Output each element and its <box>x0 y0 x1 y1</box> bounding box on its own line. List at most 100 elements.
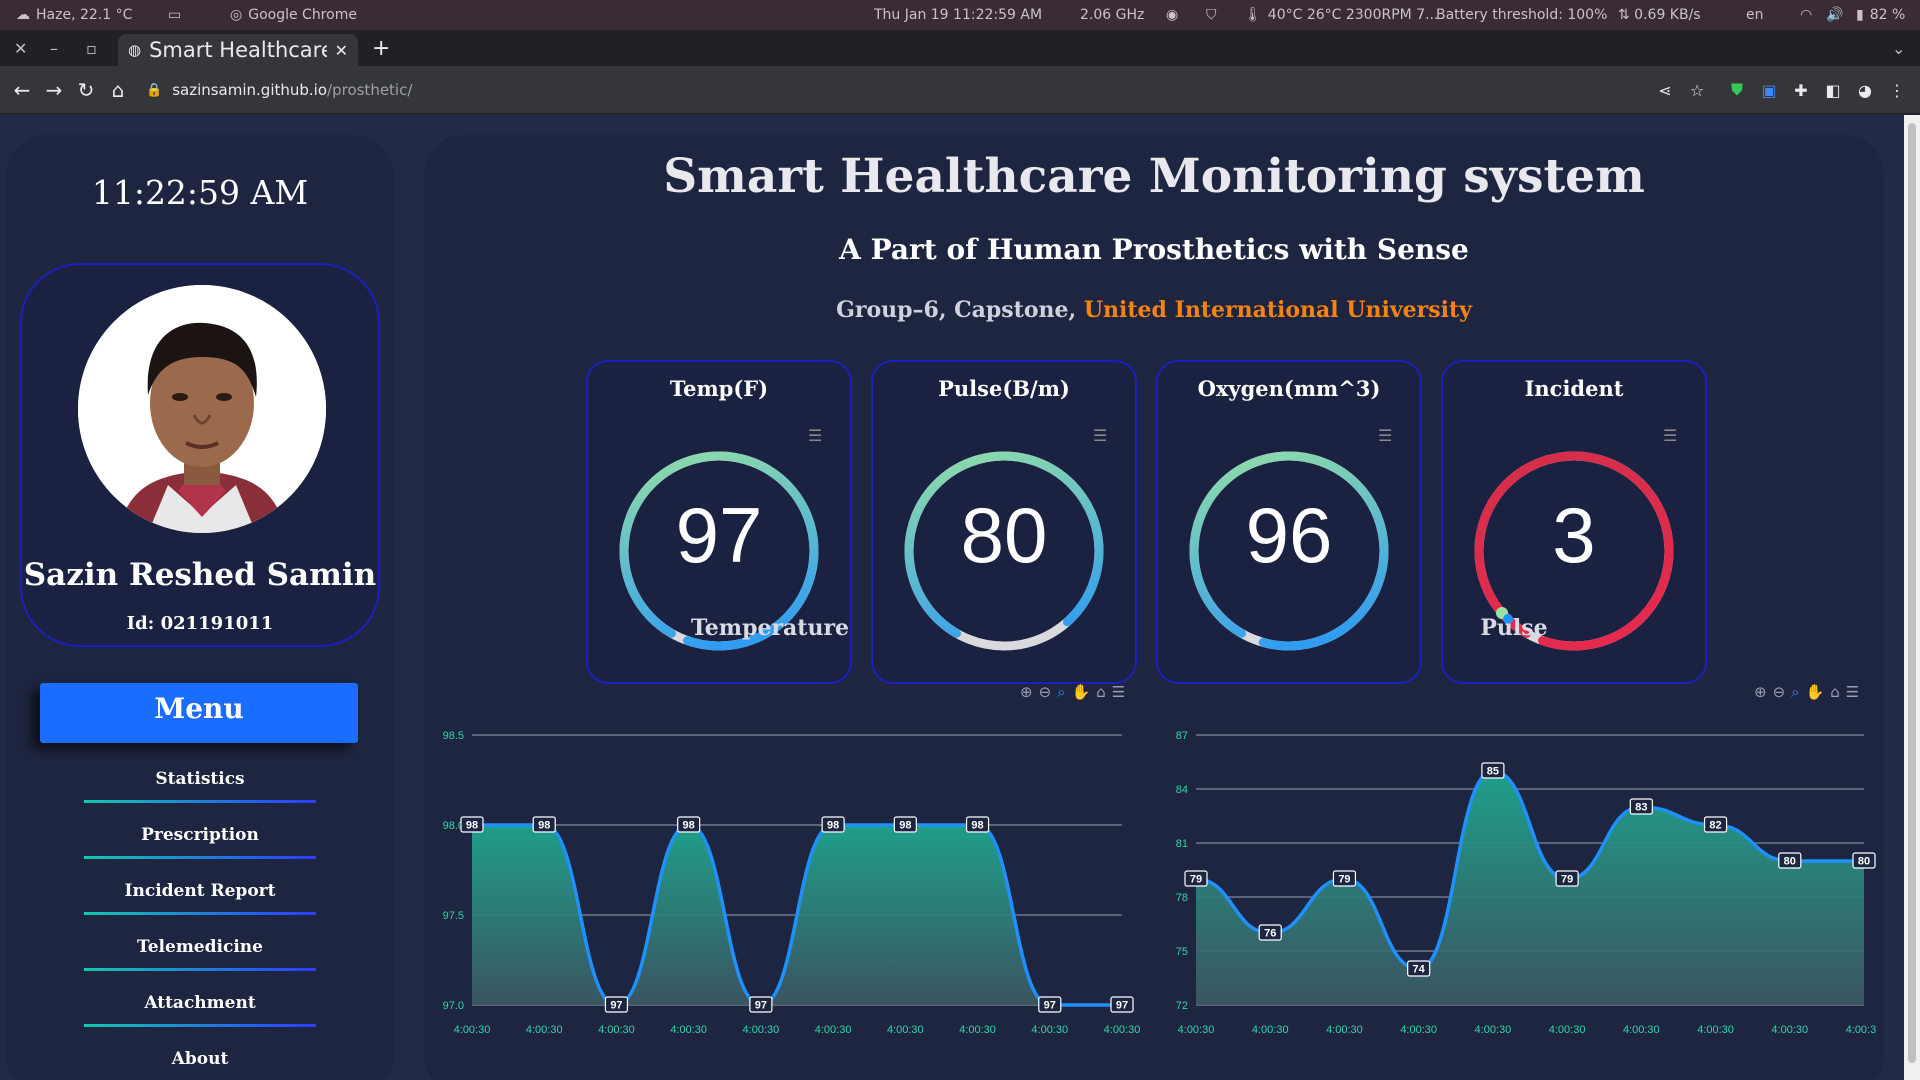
page-title: Smart Healthcare Monitoring system <box>663 149 1645 204</box>
sidebar: 11:22:59 AM Sazin Reshed Samin Id: 02119… <box>6 135 394 1080</box>
y-tick-label: 81 <box>1176 838 1188 850</box>
new-tab-icon[interactable]: + <box>372 30 390 66</box>
x-tick-label: 4:00:30 <box>454 1024 491 1036</box>
gauge-title: Oxygen(mm^3) <box>1197 376 1381 401</box>
side-panel-icon[interactable]: ◧ <box>1820 66 1846 114</box>
shield-icon[interactable]: ⛉ <box>1206 0 1217 30</box>
data-label: 97 <box>749 996 773 1013</box>
address-bar[interactable]: 🔒 sazinsamin.github.io/prosthetic/ <box>146 74 1646 106</box>
y-tick-label: 98.5 <box>443 730 464 742</box>
x-tick-label: 4:00:30 <box>1771 1024 1808 1036</box>
area-chart: 97.097.598.098.598 9897989798 98 9897 974:00… <box>443 730 1141 1036</box>
restore-window-icon[interactable]: ▫ <box>86 30 97 66</box>
y-tick-label: 87 <box>1176 730 1188 742</box>
chrome-icon: ◎ <box>230 7 243 23</box>
active-app[interactable]: ◎ Google Chrome <box>230 0 357 30</box>
university-link[interactable]: United International University <box>1084 297 1472 323</box>
data-label: 98 <box>677 816 701 833</box>
reload-icon[interactable]: ↻ <box>72 66 100 114</box>
os-clock[interactable]: Thu Jan 19 11:22:59 AM <box>874 0 1042 30</box>
close-tab-icon[interactable]: ✕ <box>335 41 348 60</box>
menu-item-incident-report[interactable]: Incident Report <box>80 875 320 915</box>
data-label-text: 79 <box>1190 874 1202 886</box>
profile-avatar-icon[interactable]: ◕ <box>1852 66 1878 114</box>
tab-smart-healthcare[interactable]: ◍ Smart Healthcare Monitoring system ✕ <box>118 34 358 66</box>
data-label-text: 98 <box>827 820 839 832</box>
more-menu-icon[interactable]: ⋮ <box>1884 66 1910 114</box>
menu-item-telemedicine[interactable]: Telemedicine <box>80 931 320 971</box>
weather-indicator[interactable]: ☁ Haze, 22.1 °C <box>16 0 132 30</box>
data-label: 80 <box>1852 852 1876 869</box>
x-tick-label: 4:00:30 <box>1178 1024 1215 1036</box>
data-label: 98 <box>965 816 990 833</box>
back-arrow-icon[interactable]: ← <box>8 66 36 114</box>
menu-item-attachment[interactable]: Attachment <box>80 987 320 1027</box>
translate-extension-icon[interactable]: ▣ <box>1756 66 1782 114</box>
hamburger-menu-icon[interactable]: ☰ <box>808 426 822 445</box>
page-scrollbar[interactable] <box>1904 115 1920 1080</box>
tab-search-chevron-icon[interactable]: ⌄ <box>1892 30 1905 66</box>
data-label: 98 <box>893 816 917 833</box>
gauge-title: Pulse(B/m) <box>938 376 1070 401</box>
shield-extension-icon[interactable]: ⛊ <box>1724 66 1750 114</box>
data-label-text: 83 <box>1635 802 1647 814</box>
os-top-bar: ☁ Haze, 22.1 °C ▭ ◎ Google Chrome Thu Jan … <box>0 0 1920 30</box>
x-tick-label: 4:00:30 <box>1031 1024 1068 1036</box>
data-label: 82 <box>1703 816 1728 833</box>
data-label-text: 79 <box>1561 874 1573 886</box>
extensions-puzzle-icon[interactable]: ✚ <box>1788 66 1814 114</box>
page-subtitle: A Part of Human Prosthetics with Sense <box>839 233 1469 266</box>
data-label-text: 97 <box>755 1000 767 1012</box>
x-tick-label: 4:00:30 <box>743 1024 780 1036</box>
browser-toolbar: ← → ↻ ⌂ 🔒 sazinsamin.github.io/prostheti… <box>0 66 1920 114</box>
sensors-readout[interactable]: 🌡 40°C 26°C 2300RPM 7... <box>1244 0 1438 30</box>
minimize-window-icon[interactable]: – <box>50 30 58 66</box>
files-icon[interactable]: ▭ <box>168 0 181 30</box>
cloud-icon: ☁ <box>16 7 30 23</box>
data-label-text: 98 <box>899 820 911 832</box>
portrait-image <box>78 285 326 533</box>
hamburger-menu-icon[interactable]: ☰ <box>1093 426 1107 445</box>
thermometer-icon: 🌡 <box>1244 7 1262 23</box>
x-tick-label: 4:00:30 <box>1252 1024 1289 1036</box>
temperature-chart: Temperature ⊕ ⊖ ⌕ ✋ ⌂ ☰ 97.0 97.5 98.0 98.5… <box>424 615 1144 1080</box>
gauge-value: 3 <box>1552 491 1596 579</box>
hamburger-menu-icon[interactable]: ☰ <box>1378 426 1392 445</box>
x-tick-label: 4:00:30 <box>1697 1024 1734 1036</box>
share-icon[interactable]: ⋖ <box>1652 66 1678 114</box>
language-indicator[interactable]: en <box>1746 0 1764 30</box>
menu-item-statistics[interactable]: Statistics <box>80 763 320 803</box>
cpu-frequency: 2.06 GHz <box>1080 7 1145 23</box>
data-label-text: 97 <box>1116 1000 1128 1012</box>
data-label-text: 79 <box>1338 874 1350 886</box>
scrollbar-thumb[interactable] <box>1908 123 1916 1063</box>
data-label: 98 <box>821 816 845 833</box>
series-area <box>1196 771 1864 1005</box>
group-line: Group–6, Capstone, United International … <box>424 297 1884 323</box>
forward-arrow-icon[interactable]: → <box>40 66 68 114</box>
x-tick-label: 4:00:30 <box>887 1024 924 1036</box>
data-label: 98 <box>532 816 556 833</box>
data-label: 98 <box>460 816 484 833</box>
profile-card: Sazin Reshed Samin Id: 021191011 <box>20 263 380 647</box>
volume-icon[interactable]: 🔊 <box>1826 0 1843 30</box>
data-label: 83 <box>1629 798 1653 815</box>
bookmark-star-icon[interactable]: ☆ <box>1684 66 1710 114</box>
close-window-icon[interactable]: ✕ <box>14 30 27 66</box>
wifi-icon[interactable]: ◠ <box>1800 0 1812 30</box>
network-speed: ⇅ 0.69 KB/s <box>1618 7 1701 23</box>
x-tick-label: 4:00:30 <box>526 1024 563 1036</box>
menu-item-prescription[interactable]: Prescription <box>80 819 320 859</box>
eye-icon[interactable]: ◉ <box>1166 0 1178 30</box>
data-label: 76 <box>1258 924 1282 941</box>
home-icon[interactable]: ⌂ <box>104 66 132 114</box>
web-page: 11:22:59 AM Sazin Reshed Samin Id: 02119… <box>0 115 1904 1080</box>
x-tick-label: 4:00:30 <box>1326 1024 1363 1036</box>
battery-indicator[interactable]: ▮ 82 % <box>1856 0 1905 30</box>
x-tick-label: 4:00:30 <box>1846 1024 1876 1036</box>
data-label: 97 <box>604 996 629 1013</box>
menu-button[interactable]: Menu <box>40 683 358 743</box>
globe-icon: ◍ <box>128 41 142 59</box>
hamburger-menu-icon[interactable]: ☰ <box>1663 426 1677 445</box>
menu-item-about[interactable]: About <box>80 1043 320 1080</box>
